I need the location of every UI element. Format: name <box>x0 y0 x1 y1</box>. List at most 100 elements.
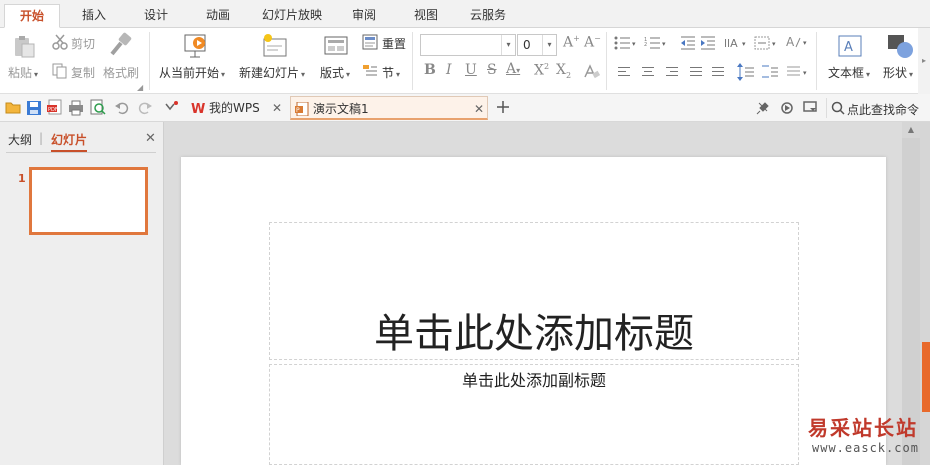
font-color-icon[interactable]: A▾ <box>506 61 520 77</box>
bullets-icon[interactable]: ▾ <box>614 36 638 53</box>
decrease-indent-icon[interactable] <box>680 36 696 53</box>
format-painter-icon[interactable] <box>108 32 134 61</box>
group-separator <box>606 32 607 90</box>
tab-cloud[interactable]: 云服务 <box>460 4 516 28</box>
tab-design[interactable]: 设计 <box>128 4 184 28</box>
strikethrough-icon[interactable]: S <box>487 62 497 78</box>
layout-button[interactable]: 版式 ▾ <box>320 64 350 81</box>
align-right-icon[interactable] <box>664 65 680 79</box>
search-command[interactable]: 点此查找命令 <box>826 98 928 118</box>
title-placeholder[interactable]: 单击此处添加标题 <box>269 222 799 360</box>
watermark: 易采站长站 www.easck.com <box>808 410 930 465</box>
paste-button[interactable]: 粘贴 ▾ <box>8 64 38 81</box>
layout-icon[interactable] <box>324 36 348 59</box>
cut-button[interactable]: 剪切 <box>71 35 95 52</box>
text-direction-icon[interactable]: llA ▾ <box>724 35 750 54</box>
line-spacing-icon[interactable] <box>737 63 755 84</box>
reset-button[interactable]: 重置 <box>382 35 406 52</box>
customize-toolbar-icon[interactable] <box>165 101 179 116</box>
close-icon[interactable]: ✕ <box>272 97 282 119</box>
scissors-icon[interactable] <box>52 34 68 53</box>
tab-review[interactable]: 审阅 <box>338 4 390 28</box>
svg-text:▾: ▾ <box>632 40 636 48</box>
font-size-select[interactable]: 0 ▾ <box>517 34 557 56</box>
italic-icon[interactable]: I <box>446 62 452 78</box>
chevron-down-icon: ▾ <box>301 70 306 79</box>
print-preview-icon[interactable] <box>90 99 106 118</box>
tab-insert[interactable]: 插入 <box>66 4 122 28</box>
export-pdf-icon[interactable]: PDF <box>47 99 63 118</box>
section-button[interactable]: 节 ▾ <box>382 64 400 81</box>
tab-view[interactable]: 视图 <box>398 4 454 28</box>
print-icon[interactable] <box>68 100 84 119</box>
tab-animation[interactable]: 动画 <box>190 4 246 28</box>
align-center-icon[interactable] <box>640 65 656 79</box>
scroll-up-icon[interactable]: ▲ <box>902 122 920 138</box>
superscript-icon[interactable]: X2 <box>534 62 549 79</box>
paragraph-spacing-icon[interactable] <box>761 63 779 84</box>
new-slide-button[interactable]: 新建幻灯片 ▾ <box>239 64 305 81</box>
copy-icon[interactable] <box>52 63 68 82</box>
chevron-down-icon: ▾ <box>866 70 871 79</box>
save-icon[interactable] <box>26 100 42 119</box>
new-tab-icon[interactable] <box>495 99 511 118</box>
tab-slides[interactable]: 幻灯片 <box>51 131 88 152</box>
tab-slideshow[interactable]: 幻灯片放映 <box>252 4 332 28</box>
increase-font-size-icon[interactable]: A+ <box>563 34 580 51</box>
font-name-select[interactable]: ▾ <box>420 34 516 56</box>
close-icon[interactable]: ✕ <box>145 131 156 146</box>
decrease-font-size-icon[interactable]: A− <box>584 34 601 51</box>
distributed-icon[interactable] <box>710 65 726 79</box>
play-from-current-icon[interactable] <box>182 33 210 62</box>
tab-home[interactable]: 开始 <box>4 4 60 28</box>
slide-canvas[interactable]: 单击此处添加标题 单击此处添加副标题 <box>181 157 886 465</box>
doc-tab-mywps[interactable]: W 我的WPS ✕ <box>186 96 286 120</box>
redo-icon[interactable] <box>137 100 153 119</box>
bold-icon[interactable]: B <box>424 62 436 78</box>
panel-header: 大纲 | 幻灯片 ✕ <box>0 122 164 153</box>
ribbon-tab-bar: 开始 插入 设计 动画 幻灯片放映 审阅 视图 云服务 <box>0 0 930 28</box>
align-text-icon[interactable]: ▾ <box>754 36 780 53</box>
justify-icon[interactable] <box>688 65 704 79</box>
panel-tab-separator: | <box>39 131 44 145</box>
numbering-icon[interactable]: 1 2 ▾ <box>644 36 668 53</box>
pin-icon[interactable] <box>756 101 770 118</box>
feedback-icon[interactable] <box>803 101 817 118</box>
open-folder-icon[interactable] <box>5 100 21 117</box>
shapes-icon[interactable] <box>887 34 915 63</box>
chevron-down-icon: ▾ <box>346 70 351 79</box>
undo-icon[interactable] <box>114 100 130 119</box>
subtitle-placeholder[interactable]: 单击此处添加副标题 <box>269 364 799 465</box>
textbox-button[interactable]: 文本框 ▾ <box>828 64 870 81</box>
columns-icon[interactable]: ▾ <box>786 64 812 83</box>
format-painter-button[interactable]: 格式刷 <box>103 64 139 81</box>
smart-art-icon[interactable]: A ▾ <box>786 34 812 53</box>
play-from-current-label: 从当前开始 <box>159 66 220 80</box>
slide-thumbnail[interactable] <box>29 167 148 235</box>
shapes-button[interactable]: 形状 ▾ <box>883 64 913 81</box>
share-icon[interactable] <box>780 101 794 118</box>
reset-icon[interactable] <box>362 34 378 53</box>
chevron-down-icon: ▾ <box>501 35 515 55</box>
tab-outline[interactable]: 大纲 <box>8 131 32 148</box>
quick-access-bar: PDF W 我的WPS ✕ P 演示文稿1 ✕ 点此查找命令 <box>0 94 930 122</box>
underline-icon[interactable]: U <box>465 62 477 78</box>
svg-text:P: P <box>296 107 300 114</box>
new-slide-icon[interactable] <box>262 33 290 62</box>
doc-tab-presentation[interactable]: P 演示文稿1 ✕ <box>290 96 488 120</box>
dialog-launcher-icon[interactable]: ◢ <box>137 83 143 92</box>
textbox-icon[interactable]: A <box>838 35 862 60</box>
paste-icon[interactable] <box>12 34 36 61</box>
align-left-icon[interactable] <box>616 65 632 79</box>
doc-tab-label: 演示文稿1 <box>313 102 369 116</box>
clear-formatting-icon[interactable] <box>582 63 601 82</box>
scroll-thumb[interactable] <box>922 342 930 412</box>
subscript-icon[interactable]: X2 <box>556 62 571 80</box>
ribbon-scroll-right-icon[interactable]: ▸ <box>918 28 930 94</box>
section-icon[interactable] <box>362 63 378 82</box>
increase-indent-icon[interactable] <box>700 36 716 53</box>
copy-button[interactable]: 复制 <box>71 64 95 81</box>
watermark-url: www.easck.com <box>812 441 919 455</box>
play-from-current-button[interactable]: 从当前开始 ▾ <box>159 64 225 81</box>
close-icon[interactable]: ✕ <box>474 98 484 120</box>
